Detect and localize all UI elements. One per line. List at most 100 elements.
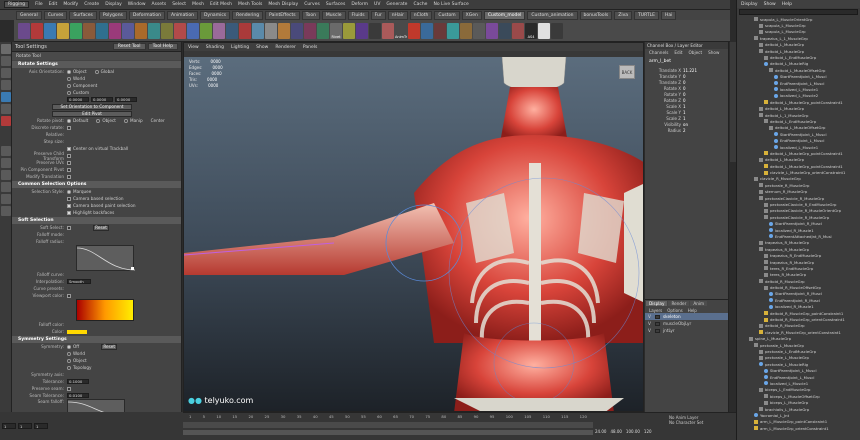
shelf-icon-32[interactable] (421, 22, 433, 39)
shelf-icon-24[interactable] (317, 22, 329, 39)
shelf-icon-20[interactable] (265, 22, 277, 39)
shelf-icon-10[interactable] (135, 22, 147, 39)
interpolation-select[interactable]: Smooth (67, 279, 91, 284)
channel-attr-row[interactable]: Radius 2 (645, 127, 728, 133)
layer-row[interactable]: VmuscleObjLyr (645, 320, 728, 327)
pivot-center-label[interactable]: Center (151, 118, 165, 123)
layer-tab-display[interactable]: Display (646, 301, 668, 306)
last-tool-icon[interactable] (1, 116, 11, 126)
shelf-tab-toon[interactable]: Toon (301, 10, 320, 20)
channel-attr-value[interactable]: 11.221 (683, 68, 697, 73)
menu-uv[interactable]: UV (374, 2, 380, 7)
shelf-tab-deformation[interactable]: Deformation (128, 10, 165, 20)
camera-paint-checkbox[interactable] (67, 203, 71, 208)
viewport-panel[interactable]: View Shading Lighting Show Renderer Pane… (183, 42, 644, 412)
cb-menu-edit[interactable]: Edit (674, 50, 682, 55)
menu-window[interactable]: Window (128, 2, 146, 7)
rotate-tool-icon[interactable] (1, 92, 11, 102)
lasso-tool-icon[interactable] (1, 56, 11, 66)
pivot-object-radio[interactable] (96, 118, 101, 123)
modify-translation-checkbox[interactable] (67, 174, 71, 179)
shelf-tab-rendering[interactable]: Rendering (232, 10, 264, 20)
shelf-icon-28[interactable] (369, 22, 381, 39)
shelf-icon-39[interactable] (512, 22, 524, 39)
common-selection-header[interactable]: Common Selection Options (12, 181, 181, 188)
shelf-tab-polygons[interactable]: Polygons (98, 10, 127, 20)
shelf-icon-22[interactable] (291, 22, 303, 39)
vp-menu-view[interactable]: View (188, 45, 199, 50)
channel-attr-value[interactable]: 1 (683, 110, 686, 115)
orient-y-field[interactable]: 0.0000 (91, 97, 113, 102)
shelf-icon-6[interactable] (83, 22, 95, 39)
menu-select[interactable]: Select (172, 2, 186, 7)
le-menu-layers[interactable]: Layers (649, 308, 662, 313)
layout-side-icon[interactable] (1, 170, 11, 180)
character-set-select[interactable]: No Character Set (669, 420, 703, 425)
menu-mesh[interactable]: Mesh (192, 2, 204, 7)
tolerance-field[interactable]: 0.1000 (67, 379, 89, 384)
vp-menu-lighting[interactable]: Lighting (231, 45, 249, 50)
layer-tab-render[interactable]: Render (668, 301, 690, 306)
ol-menu-display[interactable]: Display (741, 2, 758, 7)
pivot-default-radio[interactable] (67, 118, 71, 123)
layer-tab-anim[interactable]: Anim (690, 301, 708, 306)
preserve-uvs-checkbox[interactable] (67, 160, 71, 165)
range-end-field[interactable]: 48.00 (610, 429, 621, 434)
shelf-tab-xgen[interactable]: XGen (461, 10, 482, 20)
ol-menu-help[interactable]: Help (782, 2, 792, 7)
shelf-tab-custom-animation[interactable]: Custom_animation (527, 10, 578, 20)
menu-edit[interactable]: Edit (49, 2, 58, 7)
shelf-icon-21[interactable] (278, 22, 290, 39)
highlight-backfaces-checkbox[interactable] (67, 210, 71, 215)
shelf-icon-16[interactable] (213, 22, 225, 39)
shelf-tab-curves[interactable]: Curves (43, 10, 68, 20)
shelf-icon-11[interactable] (148, 22, 160, 39)
menu-display[interactable]: Display (105, 2, 122, 7)
menu-mesh-display[interactable]: Mesh Display (268, 2, 298, 7)
anim-start-field[interactable]: 100.00 (626, 429, 640, 434)
shelf-tab-muscle[interactable]: Muscle (321, 10, 346, 20)
menu-create[interactable]: Create (84, 2, 99, 7)
shelf-tab-custom[interactable]: Custom (434, 10, 460, 20)
anim-end-field[interactable]: 120 (644, 429, 652, 434)
shelf-icon-14[interactable] (187, 22, 199, 39)
layer-row[interactable]: VjntLyr (645, 327, 728, 334)
current-frame-field[interactable]: 1 (18, 423, 32, 429)
channel-attr-value[interactable]: 0 (683, 74, 686, 79)
menu-mesh-tools[interactable]: Mesh Tools (238, 2, 262, 7)
rotate-settings-header[interactable]: Rotate Settings (12, 61, 181, 68)
menu-generate[interactable]: Generate (386, 2, 407, 7)
paint-select-tool-icon[interactable] (1, 68, 11, 78)
shelf-tab-surfaces[interactable]: Surfaces (69, 10, 97, 20)
cb-menu-channels[interactable]: Channels (649, 50, 668, 55)
shelf-icon-40[interactable]: AS4 (525, 22, 537, 39)
shelf-tab-nhair[interactable]: nHair (387, 10, 408, 20)
discrete-rotate-checkbox[interactable] (67, 125, 71, 130)
shelf-icon-36[interactable] (473, 22, 485, 39)
pivot-manip-radio[interactable] (123, 118, 128, 123)
color-swatch[interactable] (67, 329, 87, 334)
select-tool-icon[interactable] (1, 44, 11, 54)
shelf-tab-turtle[interactable]: TURTLE (634, 10, 659, 20)
viewport-icon-bar[interactable] (184, 51, 643, 57)
shelf-tab-animation[interactable]: Animation (167, 10, 198, 20)
axis-object-radio[interactable] (67, 69, 71, 74)
outliner-item[interactable]: arm_L_MuscleGrp_orientConstraint1 (737, 425, 860, 431)
shelf-icon-25[interactable]: Rivet (330, 22, 342, 39)
camera-based-checkbox[interactable] (67, 196, 71, 201)
scale-tool-icon[interactable] (1, 104, 11, 114)
shelf-icon-23[interactable] (304, 22, 316, 39)
marquee-radio[interactable] (67, 189, 71, 194)
cb-menu-show[interactable]: Show (708, 50, 719, 55)
symmetry-topology-radio[interactable] (67, 365, 71, 370)
shelf-tab-fluids[interactable]: Fluids (347, 10, 369, 20)
axis-world-radio[interactable] (67, 76, 71, 81)
layer-color-swatch[interactable] (655, 321, 660, 326)
vp-menu-shading[interactable]: Shading (206, 45, 224, 50)
preserve-child-checkbox[interactable] (67, 153, 71, 158)
shelf-icon-29[interactable] (382, 22, 394, 39)
shelf-icon-35[interactable] (460, 22, 472, 39)
symmetry-object-radio[interactable] (67, 358, 71, 363)
shelf-icon-41[interactable] (538, 22, 550, 39)
symmetry-world-radio[interactable] (67, 351, 71, 356)
